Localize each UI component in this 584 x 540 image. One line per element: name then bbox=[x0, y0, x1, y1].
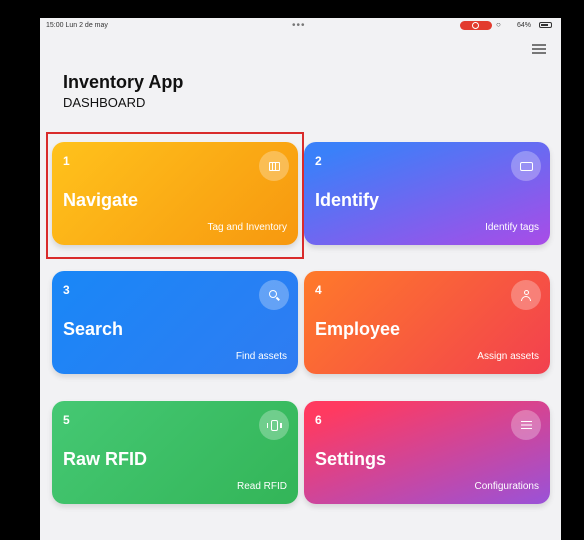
card-employee[interactable]: 4 Employee Assign assets bbox=[304, 271, 550, 374]
card-number: 1 bbox=[63, 154, 70, 168]
card-title: Employee bbox=[315, 319, 401, 339]
card-number: 2 bbox=[315, 154, 322, 168]
status-time: 15:00 Lun 2 de may bbox=[46, 22, 108, 29]
map-icon bbox=[259, 151, 289, 181]
battery-icon bbox=[539, 22, 552, 28]
card-title: Settings bbox=[315, 449, 387, 469]
app-title: Inventory App bbox=[63, 72, 184, 92]
card-title: Raw RFID bbox=[63, 449, 148, 469]
card-subtitle: Read RFID bbox=[236, 481, 287, 492]
card-subtitle: Assign assets bbox=[477, 351, 539, 362]
status-bar: 15:00 Lun 2 de may ••• ○ 64% bbox=[40, 18, 561, 34]
card-number: 6 bbox=[315, 413, 322, 427]
person-icon bbox=[511, 280, 541, 310]
card-subtitle: Identify tags bbox=[485, 222, 539, 233]
device-screen: 15:00 Lun 2 de may ••• ○ 64% Inventory A… bbox=[40, 18, 561, 540]
screen-icon bbox=[511, 151, 541, 181]
screen-recording-icon[interactable] bbox=[460, 21, 492, 30]
wifi-icon: ○ bbox=[496, 20, 501, 29]
battery-percent: 64% bbox=[517, 22, 532, 29]
card-navigate[interactable]: 1 Navigate Tag and Inventory bbox=[52, 142, 298, 245]
hamburger-menu-icon[interactable] bbox=[532, 44, 546, 54]
page-title: DASHBOARD bbox=[63, 95, 146, 110]
card-raw-rfid[interactable]: 5 Raw RFID Read RFID bbox=[52, 401, 298, 504]
card-number: 5 bbox=[63, 413, 70, 427]
card-number: 3 bbox=[63, 283, 70, 297]
vibrate-icon bbox=[259, 410, 289, 440]
card-settings[interactable]: 6 Settings Configurations bbox=[304, 401, 550, 504]
card-title: Identify bbox=[315, 190, 380, 210]
card-identify[interactable]: 2 Identify Identify tags bbox=[304, 142, 550, 245]
search-icon bbox=[259, 280, 289, 310]
multitask-dots-icon[interactable]: ••• bbox=[292, 20, 306, 31]
sliders-icon bbox=[511, 410, 541, 440]
card-title: Search bbox=[63, 319, 124, 339]
card-subtitle: Find assets bbox=[235, 351, 287, 362]
card-search[interactable]: 3 Search Find assets bbox=[52, 271, 298, 374]
card-number: 4 bbox=[315, 283, 322, 297]
card-subtitle: Tag and Inventory bbox=[207, 222, 288, 233]
card-title: Navigate bbox=[63, 190, 139, 210]
card-subtitle: Configurations bbox=[474, 481, 539, 492]
